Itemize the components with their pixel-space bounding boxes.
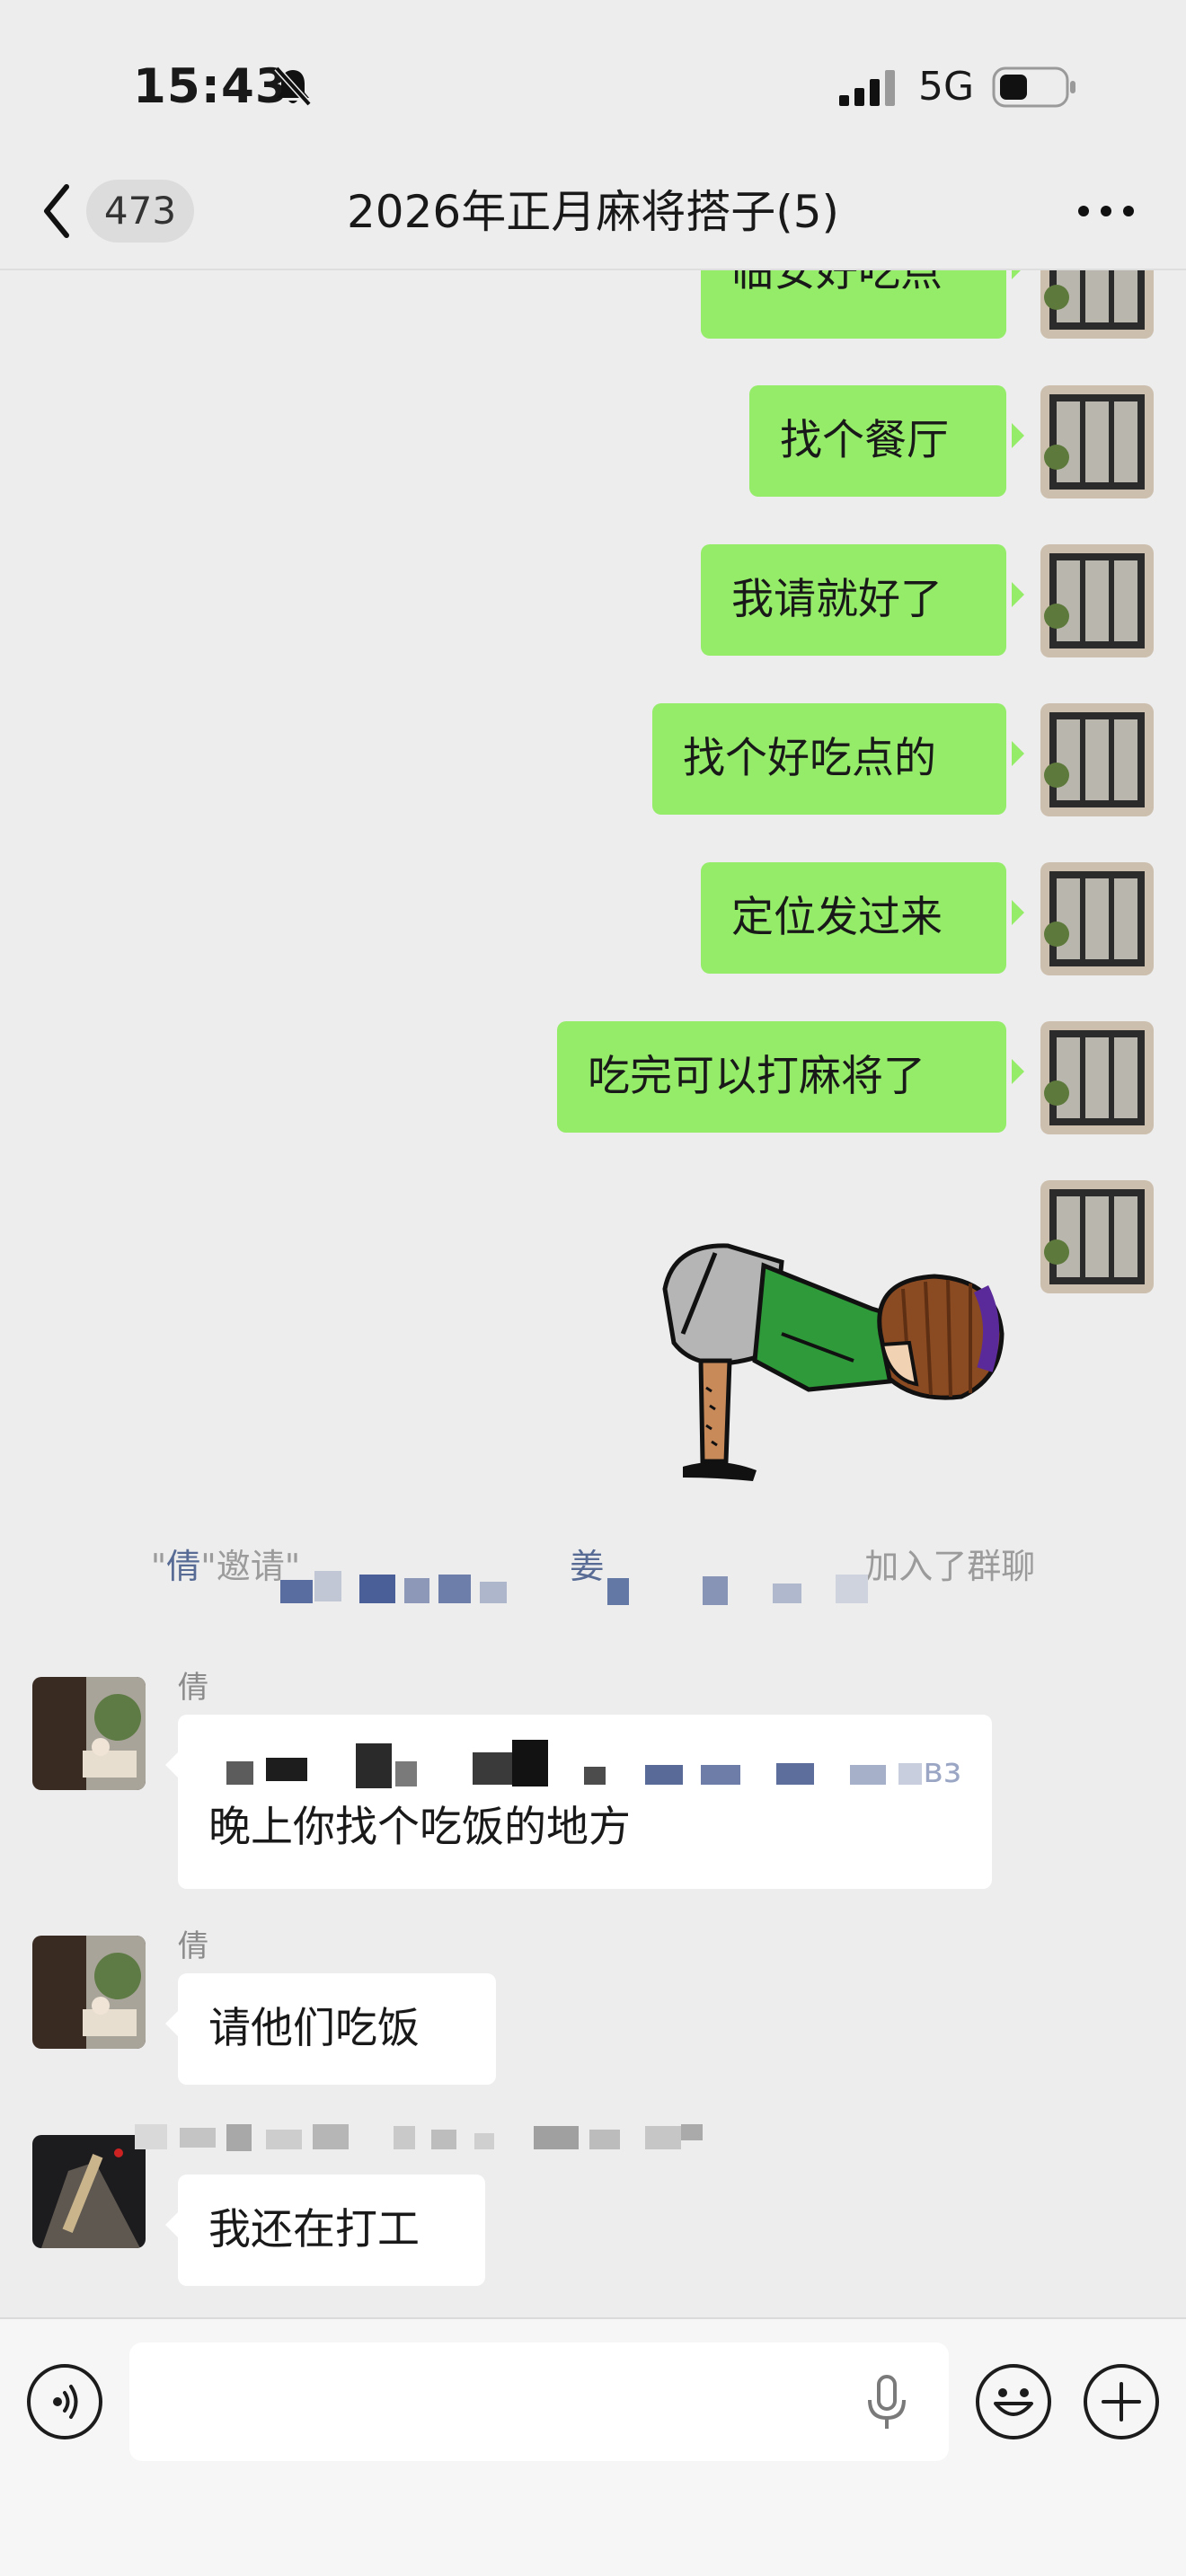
- network-type: 5G: [918, 64, 975, 110]
- plus-icon: [1102, 2382, 1141, 2422]
- outgoing-message[interactable]: 定位发过来: [701, 862, 1024, 974]
- message-text: 请他们吃饭: [208, 2004, 420, 2053]
- redaction-mosaic: [473, 1752, 512, 1785]
- avatar[interactable]: [32, 1677, 146, 1790]
- redaction-mosaic: [356, 1743, 392, 1788]
- redaction-mosaic: [226, 1761, 253, 1785]
- back-chevron-icon[interactable]: [40, 180, 93, 243]
- redaction-mosaic: [404, 1578, 429, 1603]
- redaction-mosaic: [776, 1763, 814, 1785]
- message-input[interactable]: [129, 2342, 949, 2461]
- redaction-mosaic: [589, 2130, 620, 2149]
- more-icon[interactable]: [1075, 190, 1137, 232]
- message-text: 我还在打工: [208, 2205, 420, 2254]
- redaction-mosaic: [898, 1763, 922, 1785]
- redaction-mosaic: [180, 2128, 216, 2148]
- bowing-person-sticker[interactable]: [647, 1226, 1015, 1522]
- redaction-mosaic: [681, 2124, 703, 2140]
- signal-icon: [839, 70, 895, 106]
- avatar[interactable]: [32, 2135, 146, 2248]
- redaction-mosaic: [226, 2124, 252, 2151]
- redaction-mosaic: [850, 1765, 886, 1785]
- redaction-mosaic: [313, 2124, 349, 2149]
- redaction-mosaic: [474, 2133, 494, 2149]
- avatar[interactable]: [1040, 862, 1154, 975]
- avatar[interactable]: [1040, 1180, 1154, 1293]
- battery-icon: [992, 66, 1075, 108]
- avatar[interactable]: [1040, 544, 1154, 657]
- chat-message-list[interactable]: 临安好吃点 找个餐厅 我请就好了 找个好吃点的 定位发过来 吃完可以打麻将了 "…: [0, 270, 1186, 2317]
- more-functions-button[interactable]: [1084, 2364, 1159, 2439]
- outgoing-message[interactable]: 我请就好了: [701, 544, 1024, 656]
- outgoing-message[interactable]: 找个好吃点的: [652, 703, 1024, 815]
- voice-icon: [53, 2385, 78, 2419]
- input-bar: [0, 2317, 1186, 2576]
- redaction-mosaic: [607, 1578, 629, 1605]
- redaction-mosaic: [266, 1758, 307, 1781]
- redaction-mosaic: [266, 2130, 302, 2149]
- redaction-mosaic: [480, 1582, 507, 1603]
- redaction-mosaic: [438, 1575, 471, 1603]
- system-join-message: "倩"邀请" 姜加入了群聊: [150, 1547, 1036, 1586]
- message-text: 晚上你找个吃饭的地方: [208, 1803, 631, 1852]
- emoji-icon: [994, 2388, 1033, 2416]
- redaction-mosaic: [359, 1575, 395, 1603]
- bell-slash-icon: [274, 66, 312, 107]
- outgoing-message[interactable]: 吃完可以打麻将了: [557, 1021, 1024, 1133]
- avatar[interactable]: [32, 1936, 146, 2049]
- voice-toggle-button[interactable]: [27, 2364, 102, 2439]
- avatar[interactable]: [1040, 703, 1154, 816]
- message-text: 临安好吃点: [731, 270, 943, 296]
- emoji-button[interactable]: [976, 2364, 1051, 2439]
- inviter-name[interactable]: 倩: [166, 1547, 200, 1586]
- message-text: 找个餐厅: [780, 416, 949, 465]
- redaction-mosaic: [645, 2126, 681, 2149]
- message-text: 定位发过来: [731, 893, 943, 942]
- redaction-mosaic: [135, 2124, 167, 2149]
- redaction-mosaic: [836, 1575, 868, 1603]
- redaction-mosaic: [512, 1740, 548, 1786]
- sender-name: 倩: [178, 1928, 208, 1964]
- chat-title: 2026年正月麻将搭子(5): [346, 186, 840, 238]
- incoming-message[interactable]: вз 晚上你找个吃饭的地方: [165, 1715, 992, 1889]
- unread-count-badge[interactable]: 473: [86, 180, 194, 243]
- redaction-mosaic: [773, 1584, 801, 1603]
- avatar[interactable]: [1040, 1021, 1154, 1134]
- redaction-mosaic: [394, 2126, 415, 2149]
- redaction-mosaic: [703, 1576, 728, 1605]
- redaction-mosaic: [645, 1765, 683, 1785]
- outgoing-message[interactable]: 临安好吃点: [701, 270, 1024, 339]
- redaction-mosaic: [534, 2126, 579, 2149]
- redaction-mosaic: [584, 1767, 606, 1785]
- avatar[interactable]: [1040, 270, 1154, 339]
- outgoing-message[interactable]: 找个餐厅: [749, 385, 1024, 497]
- incoming-message[interactable]: 我还在打工: [165, 2175, 485, 2286]
- status-time: 15:43: [133, 59, 289, 114]
- microphone-icon[interactable]: [864, 2375, 909, 2430]
- message-text: 我请就好了: [731, 575, 943, 624]
- redaction-mosaic: [431, 2130, 456, 2149]
- redaction-mosaic: [395, 1761, 417, 1786]
- redaction-mosaic: [314, 1571, 341, 1601]
- redaction-mosaic: [280, 1580, 313, 1603]
- avatar[interactable]: [1040, 385, 1154, 498]
- message-text: 吃完可以打麻将了: [588, 1052, 925, 1101]
- incoming-message[interactable]: 请他们吃饭: [165, 1973, 496, 2085]
- redaction-mosaic: [701, 1765, 740, 1785]
- sender-name: 倩: [178, 1670, 208, 1706]
- invitee-name[interactable]: 姜: [570, 1547, 604, 1586]
- message-text: 找个好吃点的: [683, 734, 936, 783]
